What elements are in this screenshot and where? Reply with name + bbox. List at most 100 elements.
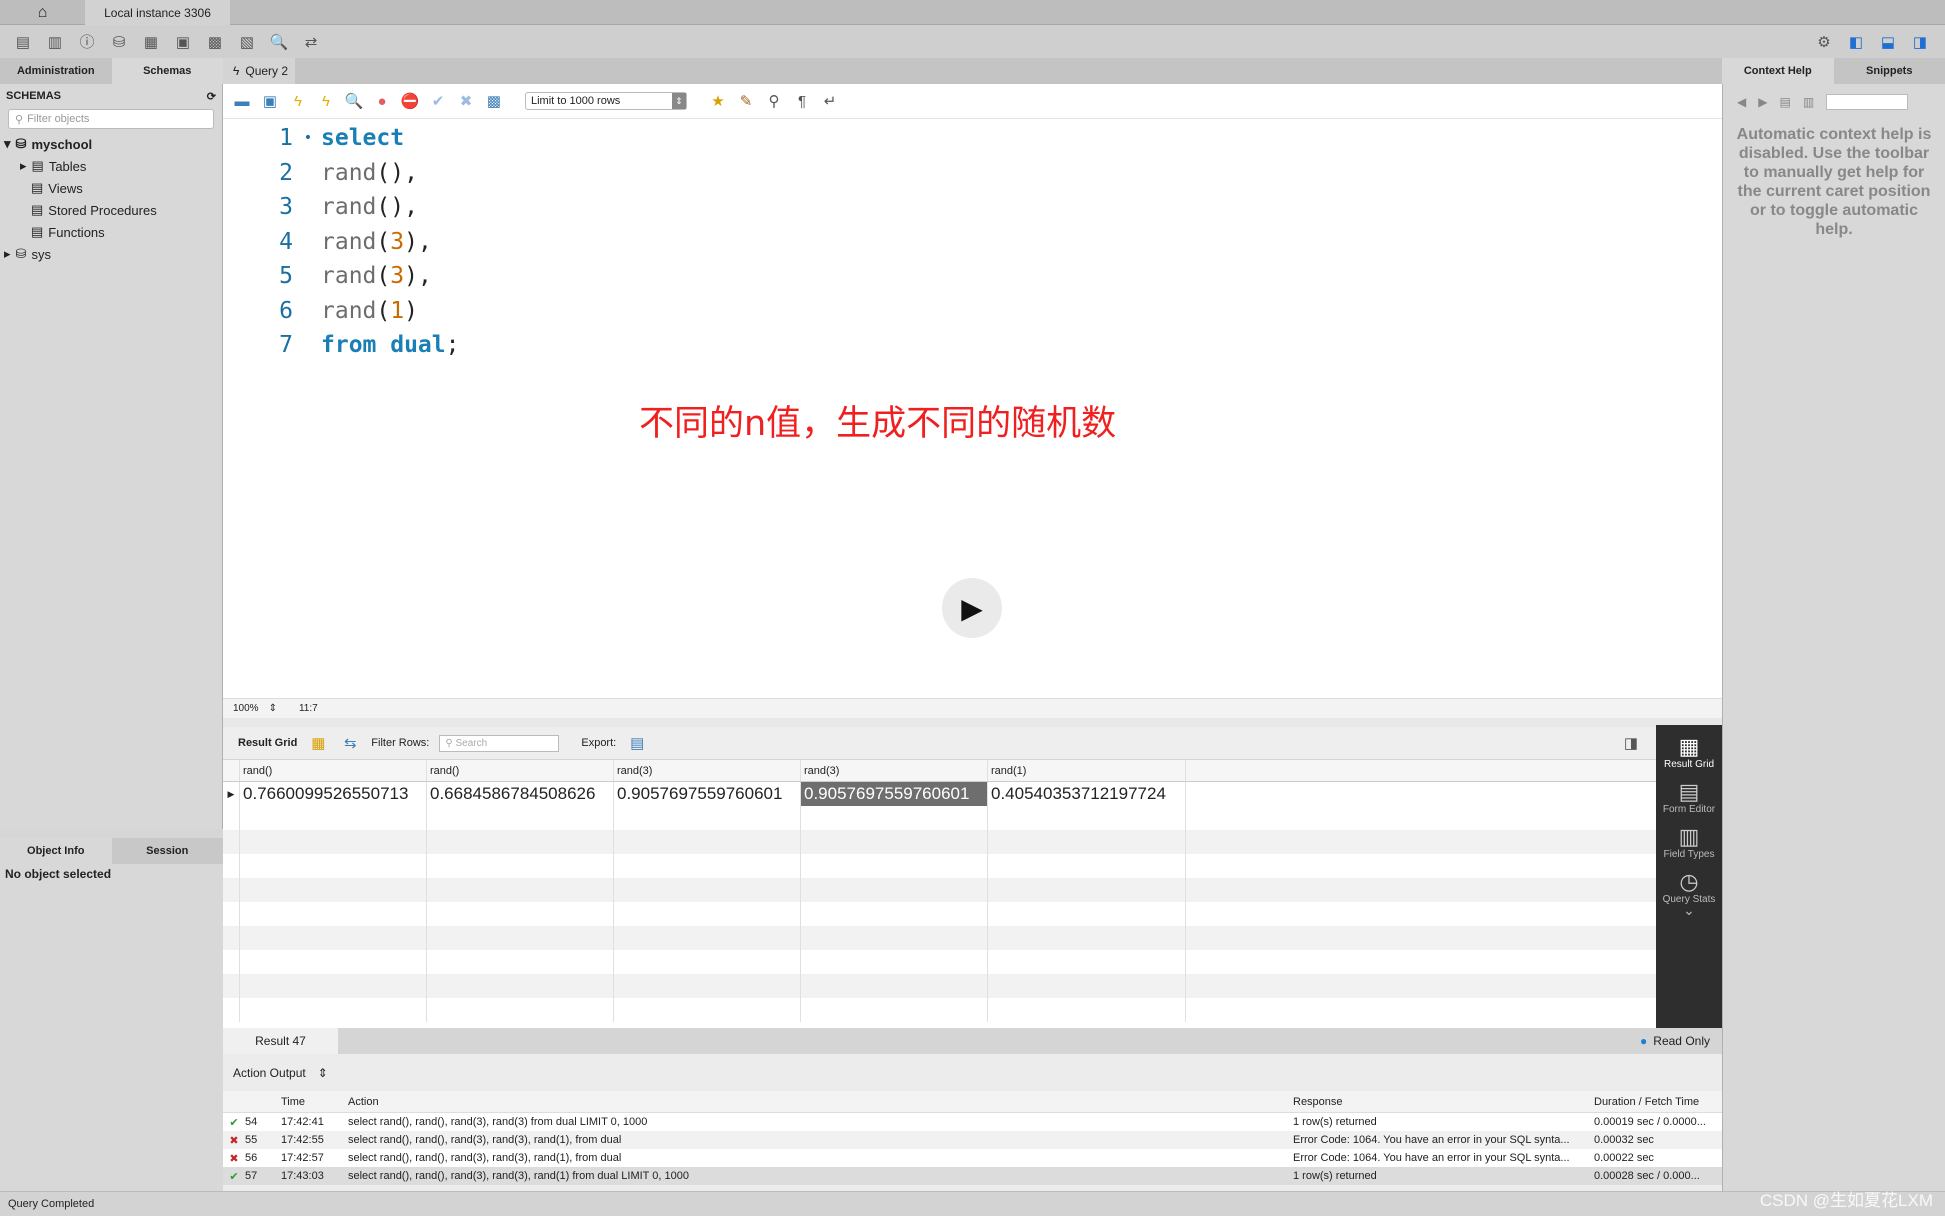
refresh-icon[interactable]: ⟳ [207,90,216,103]
play-video-button[interactable]: ▶ [942,578,1002,638]
stop-icon[interactable]: ● [371,90,393,112]
instance-tab[interactable]: Local instance 3306 [85,0,230,25]
code-line[interactable]: 4 rand(3), [223,225,1722,260]
open-folder-icon[interactable]: ▬ [231,90,253,112]
open-sql-file-icon[interactable]: ▥ [44,31,66,53]
grid-icon[interactable]: ▦ [307,732,329,754]
cell[interactable]: 0.7660099526550713 [240,782,427,806]
field-types-button[interactable]: ▥ Field Types [1664,823,1715,860]
autocommit-icon[interactable]: ▩ [483,90,505,112]
query-stats-button[interactable]: ◷ Query Stats [1663,868,1716,905]
tab-session[interactable]: Session [112,838,224,864]
reconnect-icon[interactable]: ⇄ [300,31,322,53]
filter-rows-label: Filter Rows: [371,737,430,749]
tab-administration[interactable]: Administration [0,58,112,84]
execute-current-icon[interactable]: ϟ [315,90,337,112]
tree-item-views[interactable]: ▤ Views [0,177,222,199]
find-icon[interactable]: ⚲ [763,90,785,112]
column-response[interactable]: Response [1293,1096,1594,1108]
column-time[interactable]: Time [281,1096,348,1108]
zoom-level[interactable]: 100% [233,703,259,714]
toggle-error-icon[interactable]: ⛔ [399,90,421,112]
column-header[interactable]: rand() [240,760,427,781]
column-header[interactable]: rand(3) [801,760,988,781]
beautify-icon[interactable]: ✎ [735,90,757,112]
home-icon[interactable]: ⌂ [0,0,85,25]
output-row[interactable]: ✔ 57 17:43:03 select rand(), rand(), ran… [223,1167,1722,1185]
export-icon[interactable]: ▤ [626,732,648,754]
output-row[interactable]: ✖ 55 17:42:55 select rand(), rand(), ran… [223,1131,1722,1149]
scroll-down-icon[interactable]: ⌄ [1683,903,1695,917]
auto-help-icon[interactable]: ▥ [1803,95,1814,109]
cell[interactable]: 0.6684586784508626 [427,782,614,806]
filter-objects-input[interactable]: ⚲ Filter objects [8,109,214,129]
tab-snippets[interactable]: Snippets [1834,58,1945,84]
splitter[interactable] [223,718,1722,727]
column-duration[interactable]: Duration / Fetch Time [1594,1096,1722,1108]
code-token: (), [376,159,418,186]
tab-result-47[interactable]: Result 47 [223,1028,338,1054]
execute-icon[interactable]: ϟ [287,90,309,112]
column-action[interactable]: Action [348,1096,1293,1108]
settings-icon[interactable]: ⚙ [1813,31,1835,53]
commit-icon[interactable]: ✔ [427,90,449,112]
new-sql-tab-icon[interactable]: ▤ [12,31,34,53]
table-row[interactable]: ▶ 0.7660099526550713 0.6684586784508626 … [223,782,1656,806]
code-line[interactable]: 6 rand(1) [223,294,1722,329]
toggle-panel-icon[interactable]: ◨ [1620,732,1642,754]
tree-item-tables[interactable]: ▸ ▤ Tables [0,155,222,177]
column-header[interactable]: rand(1) [988,760,1186,781]
tree-item-sys[interactable]: ▸ ⛁ sys [0,243,222,265]
forward-icon[interactable]: ▶ [1758,95,1767,109]
code-line[interactable]: 1 • select [223,121,1722,156]
invisible-chars-icon[interactable]: ¶ [791,90,813,112]
help-search-input[interactable] [1826,93,1909,110]
result-grid-view-button[interactable]: ▦ Result Grid [1664,733,1714,770]
result-grid[interactable]: rand() rand() rand(3) rand(3) rand(1) ▶ … [223,760,1656,1028]
column-header[interactable]: rand(3) [614,760,801,781]
code-token: ), [404,228,432,255]
inspector-icon[interactable]: ⓘ [76,31,98,53]
zoom-stepper-icon[interactable]: ⇕ [269,703,277,714]
back-icon[interactable]: ◀ [1737,95,1746,109]
manual-help-icon[interactable]: ▤ [1779,95,1790,109]
create-schema-icon[interactable]: ⛁ [108,31,130,53]
code-line[interactable]: 5 rand(3), [223,259,1722,294]
create-function-icon[interactable]: ▧ [236,31,258,53]
create-table-icon[interactable]: ▦ [140,31,162,53]
cell-selected[interactable]: 0.9057697559760601 [801,782,988,806]
create-view-icon[interactable]: ▣ [172,31,194,53]
toggle-right-panel-icon[interactable]: ◨ [1909,31,1931,53]
cell[interactable]: 0.40540353712197724 [988,782,1186,806]
add-snippet-icon[interactable]: ★ [707,90,729,112]
tab-object-info[interactable]: Object Info [0,838,112,864]
form-editor-button[interactable]: ▤ Form Editor [1663,778,1715,815]
toggle-sidebar-icon[interactable]: ◧ [1845,31,1867,53]
filter-rows-input[interactable]: ⚲ Search [439,734,560,752]
explain-icon[interactable]: 🔍 [343,90,365,112]
chevron-updown-icon[interactable]: ⇕ [318,1066,328,1080]
tree-item-myschool[interactable]: ▾ ⛁ myschool [0,133,222,155]
toggle-output-icon[interactable]: ⬓ [1877,31,1899,53]
tree-item-functions[interactable]: ▤ Functions [0,221,222,243]
save-icon[interactable]: ▣ [259,90,281,112]
code-line[interactable]: 3 rand (), [223,190,1722,225]
code-token: (), [376,194,418,221]
tab-query-2[interactable]: ϟ Query 2 [223,58,295,84]
limit-rows-select[interactable]: Limit to 1000 rows ⇕ [525,92,687,110]
refresh-rows-icon[interactable]: ⇆ [339,732,361,754]
rollback-icon[interactable]: ✖ [455,90,477,112]
code-line[interactable]: 2 rand (), [223,156,1722,191]
search-table-data-icon[interactable]: 🔍 [268,31,290,53]
column-header[interactable]: rand() [427,760,614,781]
code-line[interactable]: 7 from dual; [223,328,1722,363]
tree-item-stored-procedures[interactable]: ▤ Stored Procedures [0,199,222,221]
cell[interactable]: 0.9057697559760601 [614,782,801,806]
tab-schemas[interactable]: Schemas [111,58,223,84]
output-type-select[interactable]: Action Output [233,1066,306,1080]
create-procedure-icon[interactable]: ▩ [204,31,226,53]
wrap-icon[interactable]: ↵ [819,90,841,112]
output-row[interactable]: ✔ 54 17:42:41 select rand(), rand(), ran… [223,1113,1722,1131]
output-row[interactable]: ✖ 56 17:42:57 select rand(), rand(), ran… [223,1149,1722,1167]
tab-context-help[interactable]: Context Help [1722,58,1834,84]
